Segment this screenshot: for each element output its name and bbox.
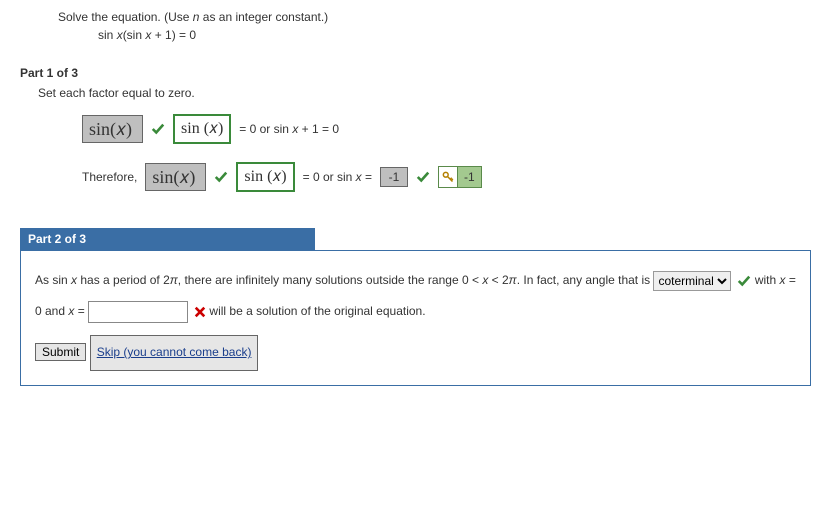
eq1b: + 1 = 0	[298, 122, 339, 136]
eq2a: = 0 or sin	[303, 170, 356, 184]
part2-body: As sin x has a period of 2π, there are i…	[20, 250, 811, 386]
correct-answer-2-value: sin (𝑥)	[244, 168, 286, 186]
p2-t1b: has a period of 2	[77, 273, 170, 287]
question-equation: sin x(sin x + 1) = 0	[98, 28, 811, 42]
part1-row1: sin(𝑥) sin (𝑥) = 0 or sin x + 1 = 0	[38, 114, 811, 144]
answer-key-reveal[interactable]: -1	[438, 166, 482, 188]
check-icon	[214, 170, 228, 184]
therefore-label: Therefore,	[82, 170, 137, 184]
submit-button[interactable]: Submit	[35, 343, 86, 361]
part1-row2: Therefore, sin(𝑥) sin (𝑥) = 0 or sin x =…	[38, 162, 811, 192]
prompt-text-b: as an integer constant.)	[199, 10, 328, 24]
part1-step: Set each factor equal to zero.	[38, 86, 811, 100]
eq-sin1: sin	[98, 28, 117, 42]
check-icon	[151, 122, 165, 136]
p2-t1d: < 2	[488, 273, 508, 287]
p2-t2c: =	[74, 304, 88, 318]
answer-key-value: -1	[457, 167, 481, 187]
part2-title: Part 2 of 3	[20, 228, 315, 250]
question-prompt: Solve the equation. (Use n as an integer…	[58, 10, 811, 24]
check-icon	[737, 274, 751, 288]
part2-container: Part 2 of 3 As sin x has a period of 2π,…	[20, 228, 811, 386]
eq-mid: (sin	[123, 28, 146, 42]
coterminal-dropdown[interactable]: coterminal	[653, 271, 731, 291]
p2-t1e: . In fact, any angle that is	[517, 273, 654, 287]
key-icon-slot	[439, 167, 457, 187]
eq2b: =	[362, 170, 372, 184]
eq-end: + 1) = 0	[151, 28, 196, 42]
p2-pi2: π	[509, 273, 517, 287]
correct-answer-2: sin (𝑥)	[236, 162, 294, 192]
check-icon	[416, 170, 430, 184]
answer-box-2-value: sin(𝑥)	[152, 167, 195, 188]
answer-box-1[interactable]: sin(𝑥)	[82, 115, 143, 143]
answer-box-3[interactable]: -1	[380, 167, 408, 187]
correct-answer-1-value: sin (𝑥)	[181, 120, 223, 138]
angle-input[interactable]	[88, 301, 188, 323]
prompt-text-a: Solve the equation. (Use	[58, 10, 193, 24]
eq2-text: = 0 or sin x =	[303, 170, 372, 184]
answer-box-1-value: sin(𝑥)	[89, 119, 132, 140]
part1-title: Part 1 of 3	[20, 66, 811, 80]
p2-pi1: π	[170, 273, 178, 287]
p2-t3: will be a solution of the original equat…	[209, 304, 425, 318]
key-icon	[442, 171, 454, 183]
cross-icon	[194, 306, 206, 318]
eq1a: = 0 or sin	[239, 122, 292, 136]
p2-t1c: , there are infinitely many solutions ou…	[178, 273, 483, 287]
part2-buttons: Submit Skip (you cannot come back)	[35, 335, 796, 370]
eq1-text: = 0 or sin x + 1 = 0	[239, 122, 339, 136]
skip-link[interactable]: Skip (you cannot come back)	[90, 335, 259, 370]
answer-box-2[interactable]: sin(𝑥)	[145, 163, 206, 191]
p2-t1a: As sin	[35, 273, 71, 287]
correct-answer-1: sin (𝑥)	[173, 114, 231, 144]
answer-box-3-value: -1	[389, 170, 400, 184]
p2-t2a: with	[755, 273, 780, 287]
